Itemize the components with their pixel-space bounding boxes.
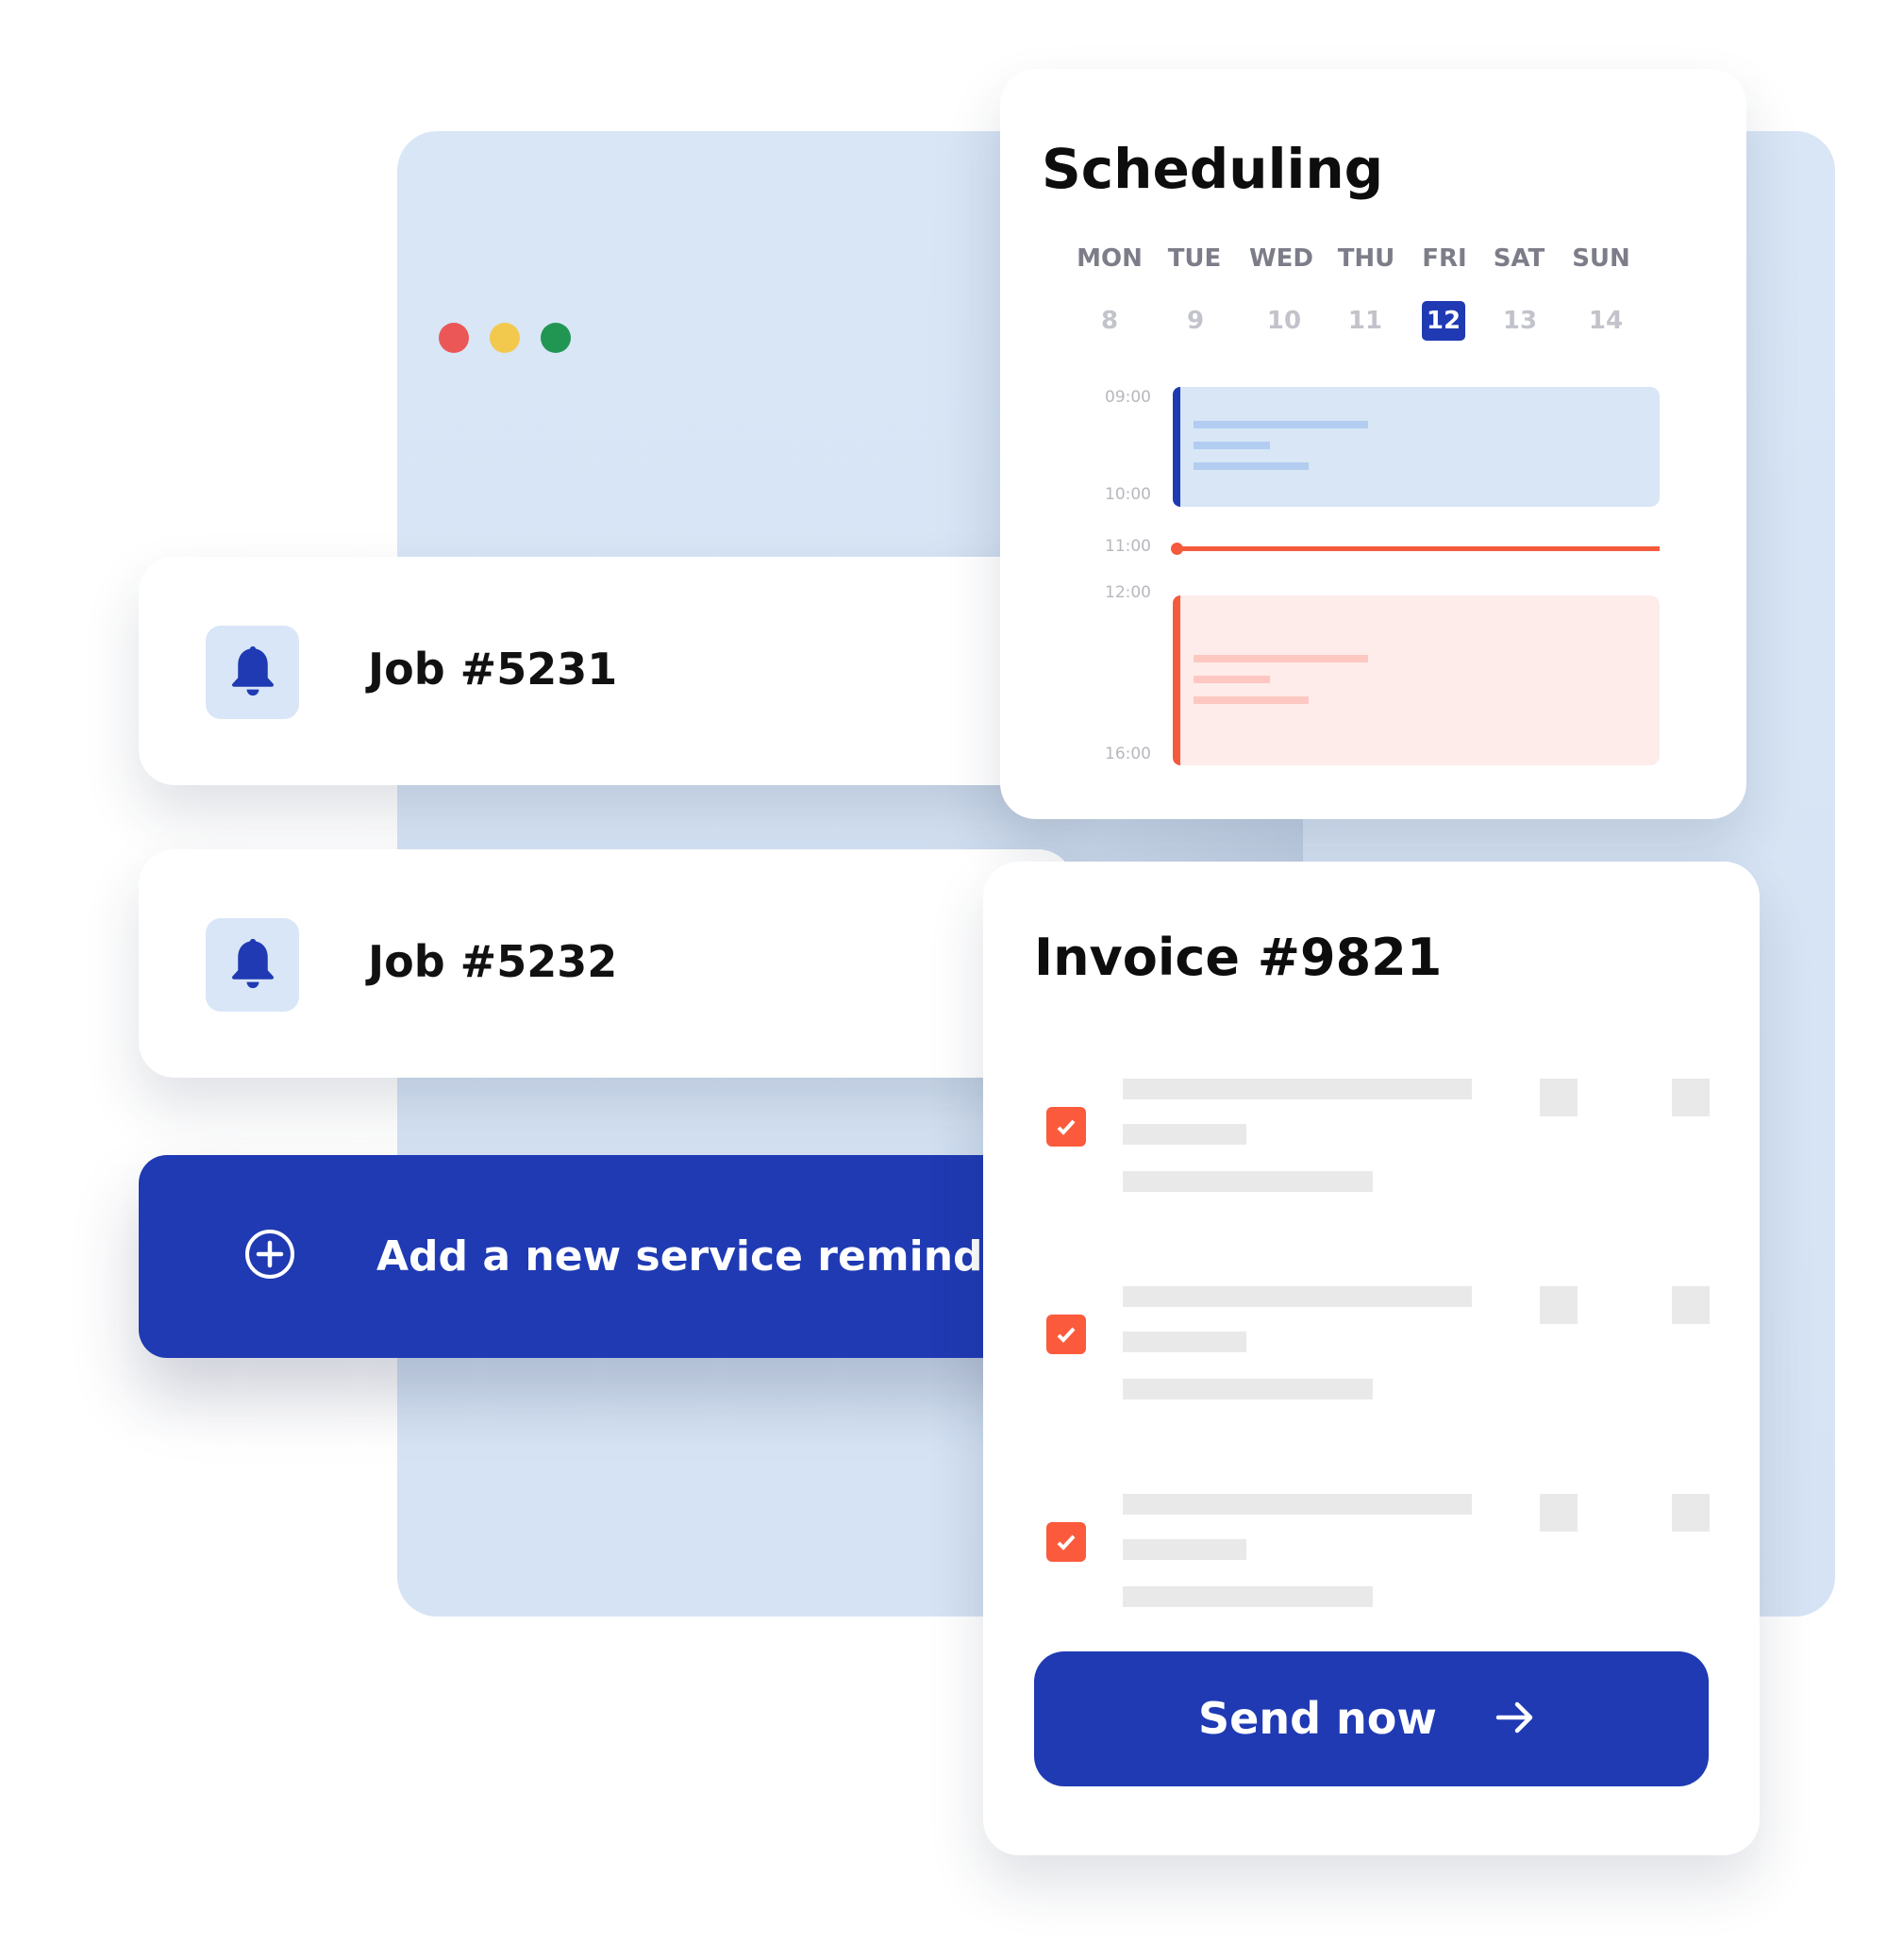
- invoice-card: Invoice #9821 Send now: [983, 862, 1760, 1855]
- time-label: 10:00: [1105, 485, 1151, 504]
- text-placeholder: [1123, 1539, 1246, 1560]
- value-placeholder: [1672, 1494, 1710, 1532]
- job-label: Job #5231: [368, 644, 618, 695]
- bell-icon: [231, 938, 274, 988]
- event-text-placeholder: [1194, 696, 1309, 704]
- text-placeholder: [1123, 1332, 1246, 1352]
- value-placeholder: [1540, 1494, 1578, 1532]
- window-maximize-button[interactable]: [541, 323, 571, 353]
- day-header: SAT: [1493, 244, 1545, 273]
- text-placeholder: [1123, 1171, 1373, 1192]
- invoice-title: Invoice #9821: [1034, 928, 1443, 987]
- value-placeholder: [1540, 1079, 1578, 1116]
- event-text-placeholder: [1194, 462, 1309, 470]
- line-item-checkbox[interactable]: [1046, 1522, 1086, 1562]
- job-card[interactable]: Job #5231: [139, 557, 1074, 785]
- text-placeholder: [1123, 1494, 1472, 1515]
- add-service-reminder-button[interactable]: Add a new service reminder: [139, 1155, 1044, 1358]
- bell-icon: [231, 645, 274, 695]
- event-text-placeholder: [1194, 421, 1368, 428]
- event-text-placeholder: [1194, 442, 1270, 449]
- day-date[interactable]: 13: [1498, 301, 1542, 341]
- value-placeholder: [1540, 1286, 1578, 1324]
- window-close-button[interactable]: [439, 323, 469, 353]
- day-date[interactable]: 8: [1088, 301, 1131, 341]
- arrow-right-icon: [1495, 1701, 1533, 1734]
- send-now-button[interactable]: Send now: [1034, 1651, 1709, 1786]
- check-icon: [1057, 1327, 1076, 1343]
- bell-icon-box: [206, 626, 299, 719]
- day-date[interactable]: 10: [1262, 301, 1306, 341]
- time-label: 11:00: [1105, 537, 1151, 556]
- send-now-label: Send now: [1198, 1693, 1437, 1744]
- text-placeholder: [1123, 1586, 1373, 1607]
- day-date[interactable]: 14: [1584, 301, 1628, 341]
- event-accent-bar: [1173, 387, 1180, 507]
- event-text-placeholder: [1194, 676, 1270, 683]
- job-label: Job #5232: [368, 936, 618, 987]
- add-service-reminder-label: Add a new service reminder: [376, 1232, 1032, 1281]
- day-header: MON: [1077, 244, 1143, 273]
- event-block[interactable]: [1173, 595, 1660, 765]
- day-date[interactable]: 11: [1344, 301, 1387, 341]
- event-text-placeholder: [1194, 655, 1368, 662]
- event-accent-bar: [1173, 595, 1180, 765]
- text-placeholder: [1123, 1379, 1373, 1399]
- time-label: 12:00: [1105, 583, 1151, 602]
- text-placeholder: [1123, 1079, 1472, 1099]
- line-item-checkbox[interactable]: [1046, 1107, 1086, 1147]
- time-label: 16:00: [1105, 745, 1151, 763]
- day-header: THU: [1337, 244, 1395, 273]
- invoice-line-item: [983, 1079, 1760, 1267]
- check-icon: [1057, 1119, 1076, 1135]
- day-header: FRI: [1422, 244, 1467, 273]
- bell-icon-box: [206, 918, 299, 1012]
- window-minimize-button[interactable]: [490, 323, 520, 353]
- line-item-checkbox[interactable]: [1046, 1315, 1086, 1354]
- day-date[interactable]: 9: [1174, 301, 1217, 341]
- invoice-line-item: [983, 1286, 1760, 1475]
- day-header: SUN: [1572, 244, 1630, 273]
- current-time-line: [1176, 546, 1660, 551]
- check-icon: [1057, 1534, 1076, 1550]
- text-placeholder: [1123, 1286, 1472, 1307]
- day-date-selected[interactable]: 12: [1422, 301, 1465, 341]
- value-placeholder: [1672, 1079, 1710, 1116]
- time-label: 09:00: [1105, 388, 1151, 407]
- day-header: WED: [1248, 244, 1314, 273]
- day-header: TUE: [1167, 244, 1222, 273]
- value-placeholder: [1672, 1286, 1710, 1324]
- plus-circle-icon: [245, 1230, 294, 1279]
- scheduling-title: Scheduling: [1042, 137, 1384, 201]
- event-block[interactable]: [1173, 387, 1660, 507]
- scheduling-card: Scheduling MON TUE WED THU FRI SAT SUN 8…: [1000, 69, 1746, 819]
- text-placeholder: [1123, 1124, 1246, 1145]
- job-card[interactable]: Job #5232: [139, 849, 1074, 1078]
